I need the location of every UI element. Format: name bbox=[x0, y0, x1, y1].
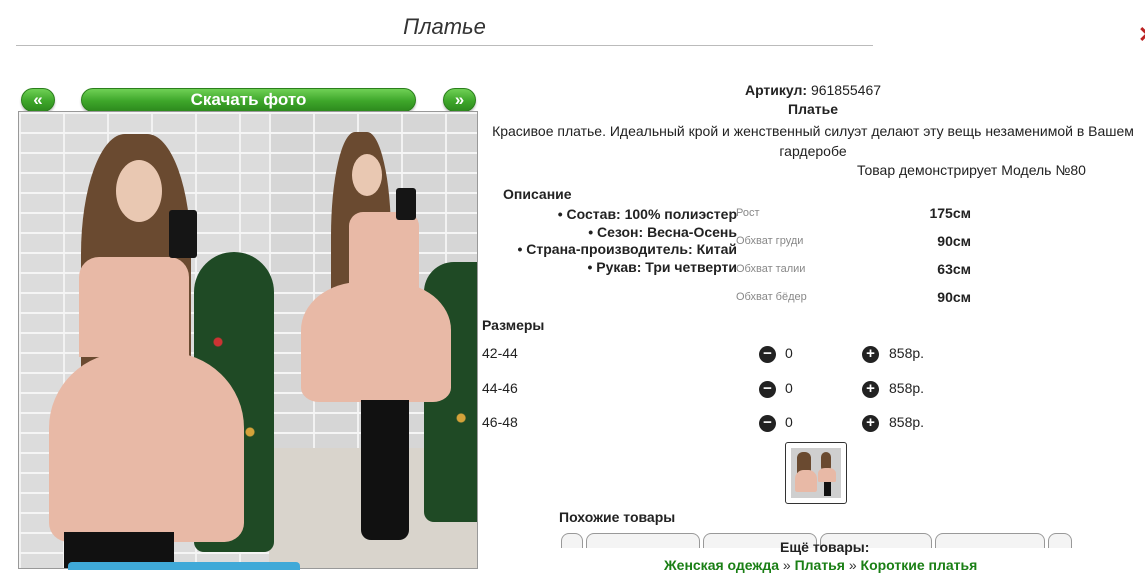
similar-heading: Похожие товары bbox=[559, 509, 676, 525]
spec-item: Сезон: Весна-Осень bbox=[482, 224, 737, 242]
photo-left-dress-skirt bbox=[49, 352, 244, 542]
sizes-heading: Размеры bbox=[482, 317, 545, 333]
photo-thumbnail[interactable] bbox=[785, 442, 847, 504]
spec-item: Рукав: Три четверти bbox=[482, 259, 737, 277]
breadcrumb-link[interactable]: Платья bbox=[795, 557, 845, 573]
plus-circle-icon[interactable]: + bbox=[862, 381, 879, 398]
plus-circle-icon[interactable]: + bbox=[862, 346, 879, 363]
photo-left-dress-top bbox=[79, 257, 189, 357]
photo-right-face bbox=[352, 154, 382, 196]
next-photo-button[interactable]: » bbox=[443, 88, 476, 112]
measure-value-waist: 63см bbox=[937, 261, 971, 277]
photo-right-dress-top bbox=[349, 212, 419, 292]
product-name: Платье bbox=[788, 101, 838, 117]
photo-scrollbar[interactable] bbox=[68, 562, 300, 570]
measure-value-bust: 90см bbox=[937, 233, 971, 249]
photo-right-dress-skirt bbox=[301, 282, 451, 402]
breadcrumb: Женская одежда » Платья » Короткие плать… bbox=[664, 557, 977, 573]
size-row: 46-48 − 0 + 858р. bbox=[482, 414, 962, 434]
specs-heading: Описание bbox=[503, 186, 572, 202]
page-title: Платье bbox=[403, 14, 486, 39]
breadcrumb-link[interactable]: Женская одежда bbox=[664, 557, 779, 573]
more-heading: Ещё товары: bbox=[780, 539, 870, 555]
spec-item: Состав: 100% полиэстер bbox=[482, 206, 737, 224]
quantity-value: 0 bbox=[785, 345, 793, 361]
close-icon[interactable]: ✕ bbox=[1138, 22, 1145, 48]
thumbnail-image bbox=[791, 448, 841, 498]
quantity-value: 0 bbox=[785, 414, 793, 430]
similar-item[interactable] bbox=[586, 533, 700, 548]
price-value: 858р. bbox=[889, 345, 925, 361]
measure-label-waist: Обхват талии bbox=[736, 263, 806, 275]
measure-value-hips: 90см bbox=[937, 289, 971, 305]
measure-label-hips: Обхват бёдер bbox=[736, 291, 807, 303]
similar-item[interactable] bbox=[935, 533, 1045, 548]
product-description: Красивое платье. Идеальный крой и женств… bbox=[492, 123, 1134, 159]
size-label: 42-44 bbox=[482, 345, 518, 361]
size-label: 46-48 bbox=[482, 414, 518, 430]
breadcrumb-separator: » bbox=[782, 557, 791, 573]
download-photo-button[interactable]: Скачать фото bbox=[81, 88, 416, 112]
quantity-value: 0 bbox=[785, 380, 793, 396]
article-value: 961855467 bbox=[810, 82, 882, 98]
price-value: 858р. bbox=[889, 414, 925, 430]
price-value: 858р. bbox=[889, 380, 925, 396]
title-divider bbox=[16, 45, 873, 46]
measure-value-height: 175см bbox=[929, 205, 971, 221]
plus-circle-icon[interactable]: + bbox=[862, 415, 879, 432]
prev-photo-button[interactable]: « bbox=[21, 88, 55, 112]
photo-left-phone bbox=[169, 210, 197, 258]
minus-circle-icon[interactable]: − bbox=[759, 415, 776, 432]
measure-label-bust: Обхват груди bbox=[736, 235, 804, 247]
model-note: Товар демонстрирует Модель №80 bbox=[857, 162, 1086, 178]
specs-list: Состав: 100% полиэстер Сезон: Весна-Осен… bbox=[482, 206, 737, 276]
article-label: Артикул: bbox=[744, 82, 808, 98]
breadcrumb-separator: » bbox=[848, 557, 857, 573]
size-row: 42-44 − 0 + 858р. bbox=[482, 345, 962, 365]
minus-circle-icon[interactable]: − bbox=[759, 346, 776, 363]
similar-next-button[interactable] bbox=[1048, 533, 1072, 548]
breadcrumb-link[interactable]: Короткие платья bbox=[861, 557, 978, 573]
spec-item: Страна-производитель: Китай bbox=[482, 241, 737, 259]
photo-right-phone bbox=[396, 188, 416, 220]
minus-circle-icon[interactable]: − bbox=[759, 381, 776, 398]
photo-right-boots bbox=[361, 400, 409, 540]
article-line: Артикул: 961855467 bbox=[480, 82, 1145, 98]
similar-prev-button[interactable] bbox=[561, 533, 583, 548]
size-label: 44-46 bbox=[482, 380, 518, 396]
size-row: 44-46 − 0 + 858р. bbox=[482, 380, 962, 400]
measure-label-height: Рост bbox=[736, 207, 760, 219]
product-photo[interactable] bbox=[18, 111, 478, 569]
photo-left-face bbox=[116, 160, 162, 222]
